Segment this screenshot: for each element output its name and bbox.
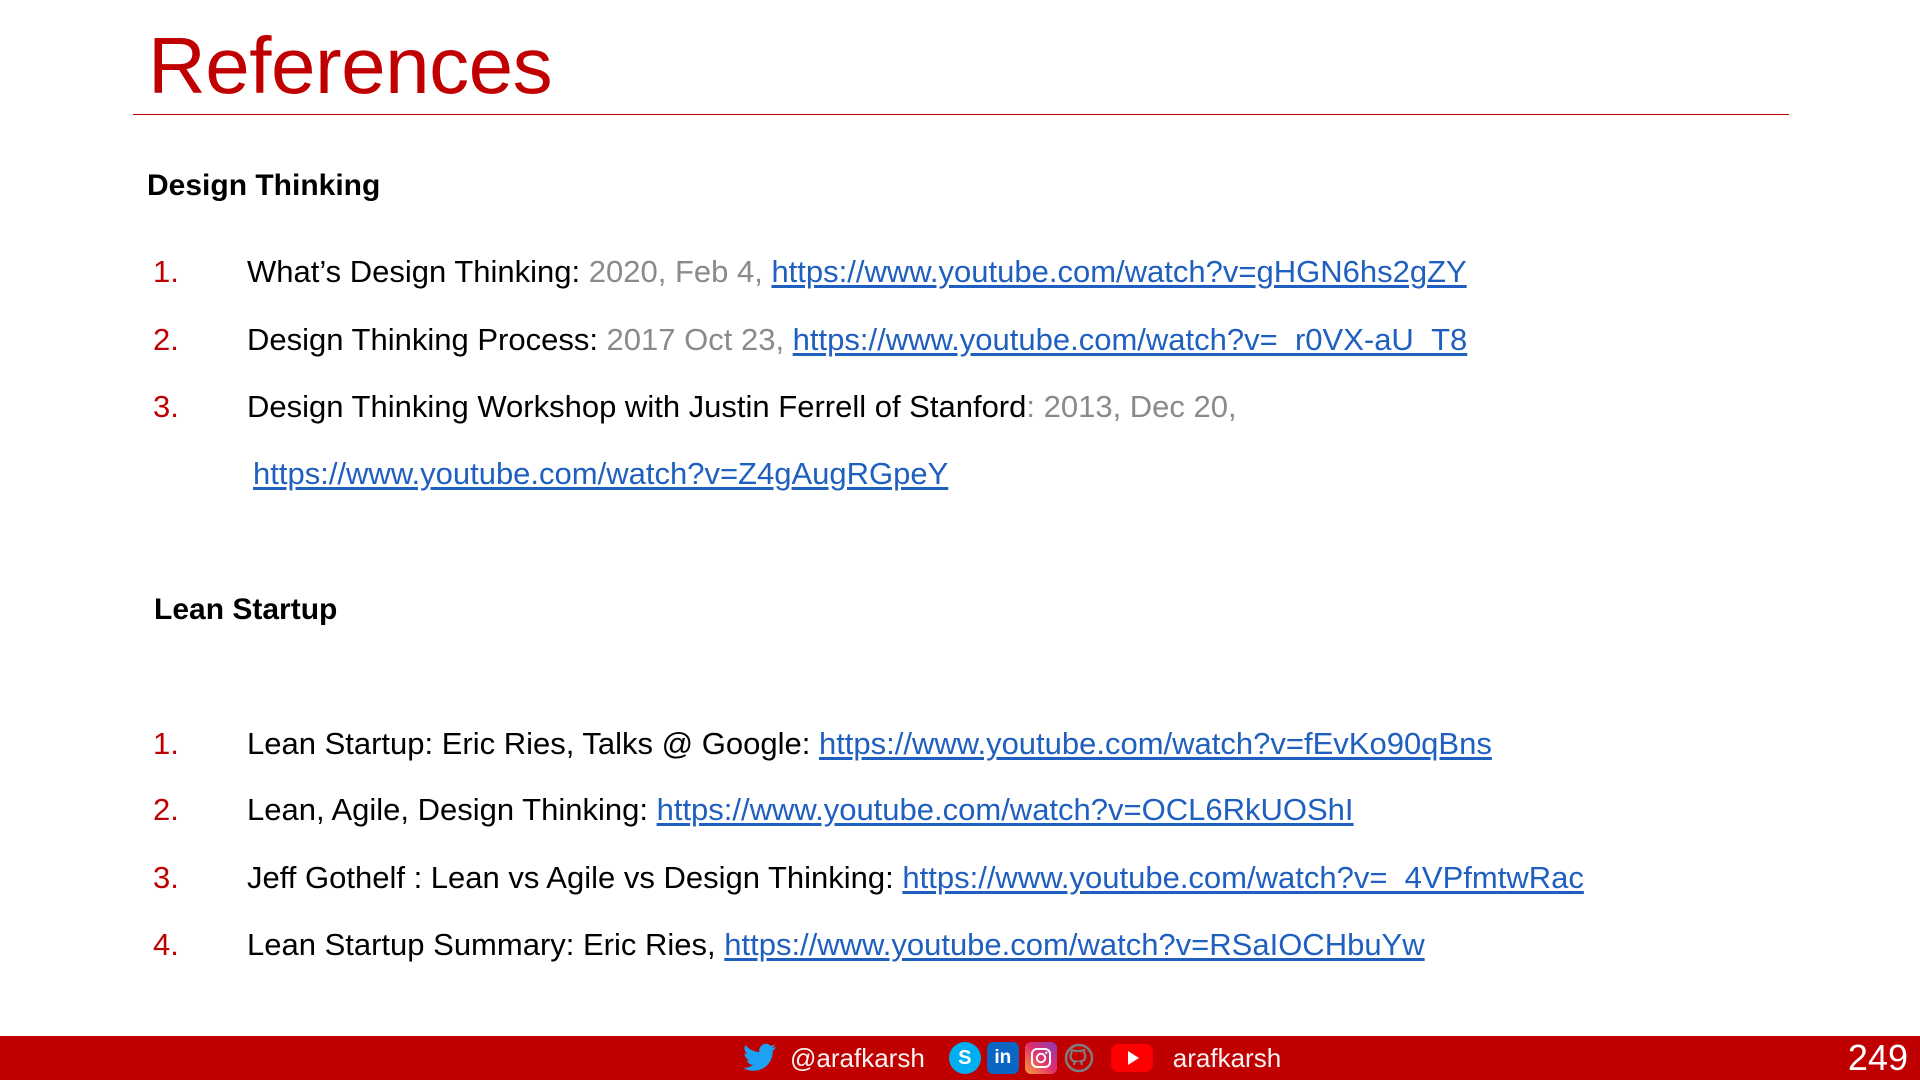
reference-link[interactable]: https://www.youtube.com/watch?v=_4VPfmtw…	[902, 860, 1583, 895]
reference-link[interactable]: https://www.youtube.com/watch?v=OCL6RkUO…	[657, 792, 1354, 827]
reference-body: Lean, Agile, Design Thinking: https://ww…	[247, 790, 1354, 830]
list-number: 1.	[153, 254, 179, 289]
footer-social-links: @arafkarsh S in arafkarsh	[742, 1036, 1299, 1080]
list-number: 4.	[153, 927, 179, 962]
linkedin-icon[interactable]: in	[986, 1042, 1019, 1074]
reference-link[interactable]: https://www.youtube.com/watch?v=fEvKo90q…	[819, 726, 1492, 761]
footer-bar: @arafkarsh S in arafkarsh 249	[0, 1036, 1920, 1080]
list-number: 2.	[153, 322, 179, 357]
reference-link[interactable]: https://www.youtube.com/watch?v=RSaIOCHb…	[724, 927, 1424, 962]
reference-title: What’s Design Thinking:	[247, 254, 589, 289]
youtube-icon[interactable]	[1109, 1042, 1155, 1074]
section-heading-lean-startup: Lean Startup	[154, 593, 338, 626]
skype-icon[interactable]: S	[948, 1042, 981, 1074]
reference-title: Lean Startup Summary: Eric Ries,	[247, 927, 725, 962]
list-number: 3.	[153, 389, 179, 424]
twitter-icon-svg	[743, 1043, 777, 1071]
reference-date: 2020, Feb 4,	[588, 254, 772, 289]
page-number: 249	[1847, 1037, 1908, 1078]
reference-body: Lean Startup Summary: Eric Ries, https:/…	[247, 925, 1425, 965]
twitter-icon[interactable]	[742, 1042, 778, 1074]
reference-body: What’s Design Thinking: 2020, Feb 4, htt…	[247, 252, 1467, 292]
reference-body: Design Thinking Process: 2017 Oct 23, ht…	[247, 320, 1467, 360]
github-icon-svg	[1064, 1043, 1094, 1073]
reference-title: Design Thinking Process:	[247, 322, 607, 357]
reference-link[interactable]: https://www.youtube.com/watch?v=_r0VX-aU…	[793, 322, 1468, 357]
reference-title: Lean Startup: Eric Ries, Talks @ Google:	[247, 726, 819, 761]
reference-body: Design Thinking Workshop with Justin Fer…	[247, 387, 1237, 427]
list-number: 1.	[153, 726, 179, 761]
reference-date: : 2013, Dec 20,	[1026, 389, 1237, 424]
github-icon[interactable]	[1063, 1042, 1095, 1074]
youtube-icon-svg	[1110, 1044, 1153, 1072]
reference-title: Lean, Agile, Design Thinking:	[247, 792, 657, 827]
title-divider	[133, 114, 1789, 115]
youtube-handle[interactable]: arafkarsh	[1173, 1043, 1281, 1074]
instagram-icon-svg	[1030, 1048, 1051, 1068]
list-number: 2.	[153, 792, 179, 827]
list-number: 3.	[153, 860, 179, 895]
reference-link-wrapper: https://www.youtube.com/watch?v=Z4gAugRG…	[253, 454, 948, 494]
reference-link[interactable]: https://www.youtube.com/watch?v=Z4gAugRG…	[253, 456, 948, 491]
reference-date: 2017 Oct 23,	[606, 322, 793, 357]
twitter-handle[interactable]: @arafkarsh	[790, 1043, 925, 1074]
reference-body: Lean Startup: Eric Ries, Talks @ Google:…	[247, 724, 1492, 764]
section-heading-design-thinking: Design Thinking	[147, 169, 381, 202]
reference-title: Design Thinking Workshop with Justin Fer…	[247, 389, 1027, 424]
reference-body: Jeff Gothelf : Lean vs Agile vs Design T…	[247, 858, 1584, 898]
page-title: References	[148, 21, 553, 110]
reference-link[interactable]: https://www.youtube.com/watch?v=gHGN6hs2…	[771, 254, 1466, 289]
instagram-icon[interactable]	[1024, 1042, 1057, 1074]
reference-title: Jeff Gothelf : Lean vs Agile vs Design T…	[247, 860, 903, 895]
